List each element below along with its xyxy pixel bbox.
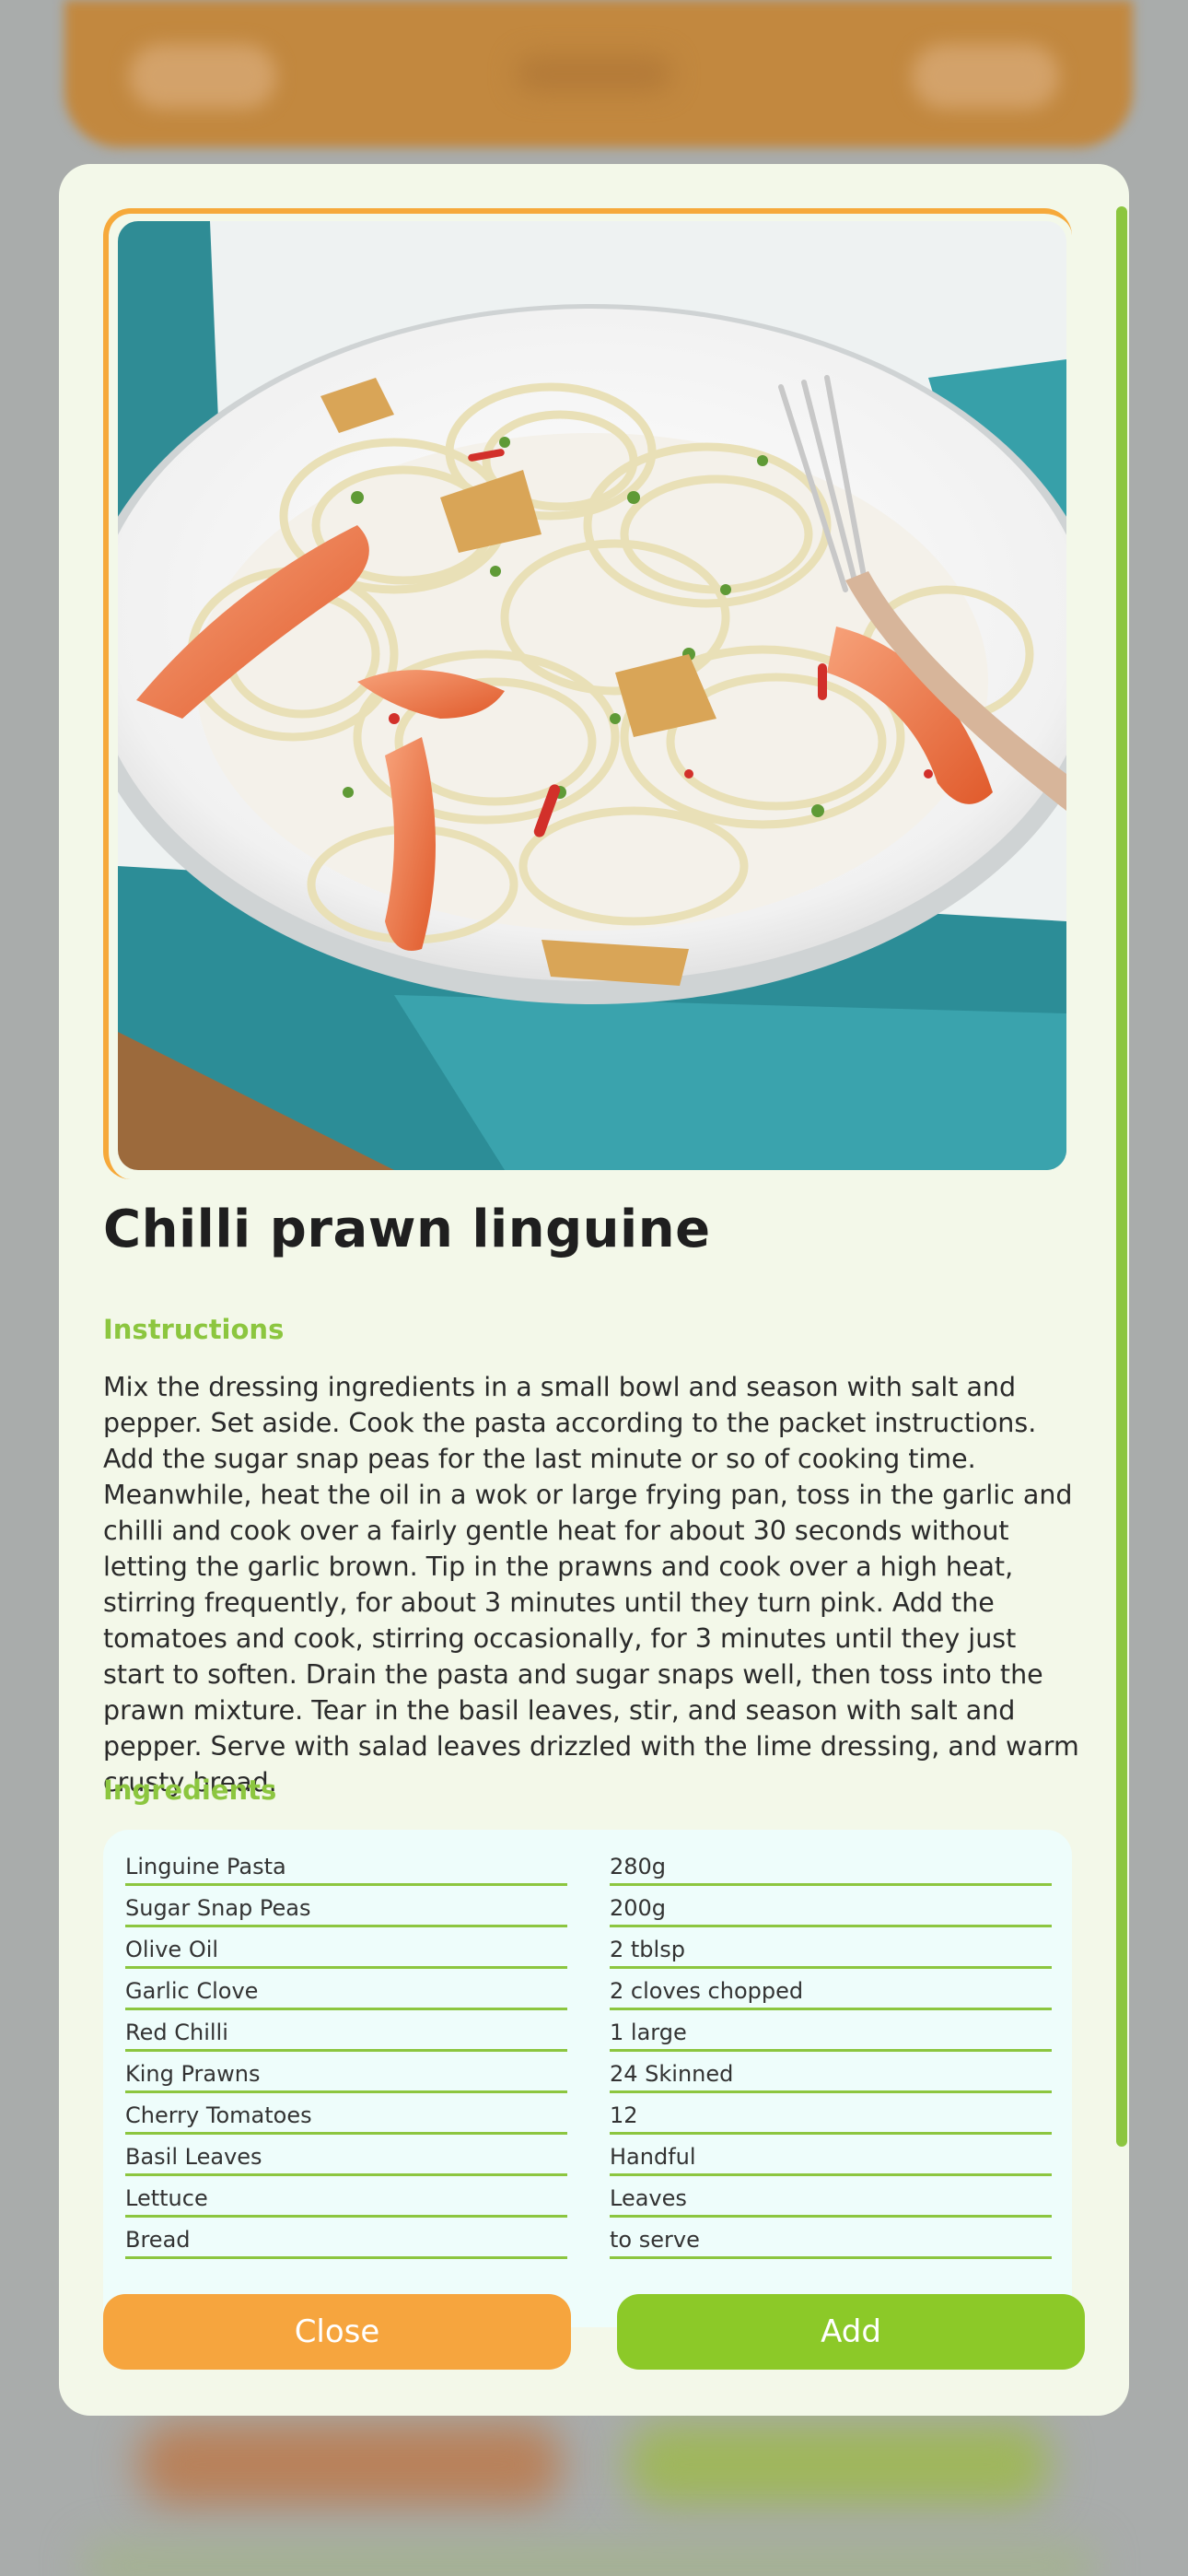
ingredient-amount: 280g (610, 1844, 1052, 1886)
ingredient-name: Sugar Snap Peas (125, 1886, 567, 1927)
ingredient-amount: to serve (610, 2218, 1052, 2259)
ingredient-amount: 200g (610, 1886, 1052, 1927)
ingredient-name: Basil Leaves (125, 2135, 567, 2176)
ingredient-amount: 12 (610, 2093, 1052, 2135)
ingredient-amount: Handful (610, 2135, 1052, 2176)
recipe-modal: Chilli prawn linguine Instructions Mix t… (59, 164, 1129, 2416)
ingredient-amount: 24 Skinned (610, 2052, 1052, 2093)
add-button[interactable]: Add (617, 2294, 1085, 2370)
ingredients-amount-column: 280g 200g 2 tblsp 2 cloves chopped 1 lar… (610, 1844, 1052, 2259)
background-header-right-button (912, 44, 1059, 109)
ingredient-name: Bread (125, 2218, 567, 2259)
ingredient-name: Olive Oil (125, 1927, 567, 1969)
ingredient-amount: 2 tblsp (610, 1927, 1052, 1969)
ingredient-name: Garlic Clove (125, 1969, 567, 2010)
ingredient-name: Linguine Pasta (125, 1844, 567, 1886)
ingredient-amount: 1 large (610, 2010, 1052, 2052)
ingredient-name: Lettuce (125, 2176, 567, 2218)
instructions-text: Mix the dressing ingredients in a small … (103, 1372, 1079, 1797)
recipe-title: Chilli prawn linguine (103, 1200, 711, 1259)
recipe-photo (118, 221, 1066, 1170)
instructions-label: Instructions (103, 1314, 285, 1345)
background-bottom-strip (83, 2543, 1096, 2576)
ingredients-label: Ingredients (103, 1774, 277, 1806)
ingredient-name: King Prawns (125, 2052, 567, 2093)
background-card-left (138, 2423, 562, 2506)
background-header-left-button (129, 44, 276, 109)
ingredient-name: Cherry Tomatoes (125, 2093, 567, 2135)
ingredients-name-column: Linguine Pasta Sugar Snap Peas Olive Oil… (125, 1844, 567, 2259)
background-card-right (626, 2423, 1050, 2506)
ingredient-amount: 2 cloves chopped (610, 1969, 1052, 2010)
background-header-title (516, 55, 672, 92)
close-button[interactable]: Close (103, 2294, 571, 2370)
ingredients-table: Linguine Pasta Sugar Snap Peas Olive Oil… (103, 1830, 1072, 2327)
modal-scrollbar[interactable] (1116, 206, 1127, 2147)
ingredient-amount: Leaves (610, 2176, 1052, 2218)
ingredient-name: Red Chilli (125, 2010, 567, 2052)
